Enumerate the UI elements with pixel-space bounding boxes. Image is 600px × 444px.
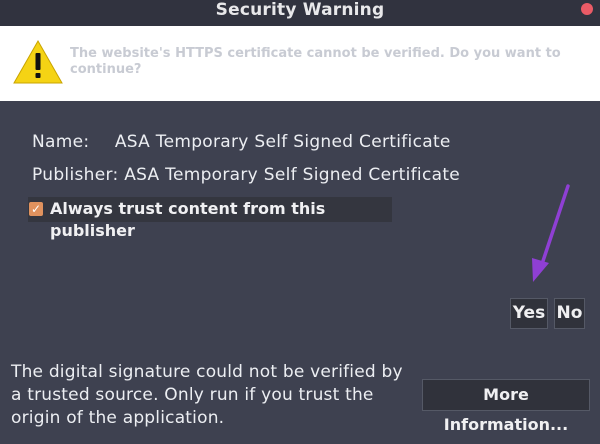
- close-icon[interactable]: [581, 3, 593, 15]
- publisher-value: ASA Temporary Self Signed Certificate: [124, 165, 461, 185]
- publisher-label: Publisher:: [32, 165, 119, 185]
- window-title: Security Warning: [215, 0, 385, 20]
- warning-banner: The website's HTTPS certificate cannot b…: [0, 26, 600, 101]
- warning-icon: [13, 39, 63, 84]
- always-trust-checkbox-row[interactable]: ✓ Always trust content from this publish…: [28, 197, 392, 240]
- always-trust-label: Always trust content from this publisher: [50, 199, 326, 240]
- signature-message: The digital signature could not be verif…: [11, 362, 403, 428]
- no-button[interactable]: No: [554, 298, 585, 329]
- name-row: Name: ASA Temporary Self Signed Certific…: [32, 132, 451, 152]
- publisher-row: Publisher: ASA Temporary Self Signed Cer…: [32, 165, 460, 185]
- more-information-button[interactable]: More Information...: [422, 379, 590, 434]
- name-label: Name:: [32, 132, 90, 152]
- always-trust-checkbox[interactable]: ✓: [29, 202, 43, 216]
- name-value: ASA Temporary Self Signed Certificate: [114, 132, 451, 152]
- banner-message: The website's HTTPS certificate cannot b…: [70, 46, 561, 77]
- yes-button[interactable]: Yes: [510, 298, 548, 329]
- title-bar: Security Warning: [0, 0, 600, 26]
